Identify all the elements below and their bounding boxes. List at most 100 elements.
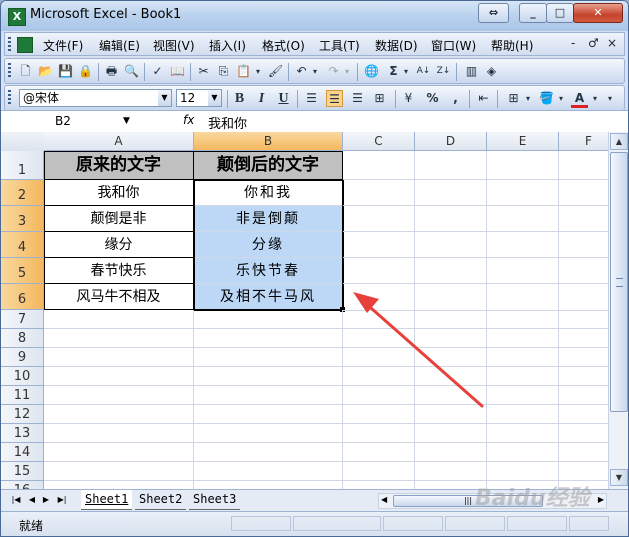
borders-dropdown-icon[interactable]: ▾: [523, 90, 533, 107]
row-header-1[interactable]: 1: [1, 151, 44, 180]
vertical-scrollbar[interactable]: ▲ ▼: [608, 132, 628, 489]
sheet-tab-2[interactable]: Sheet2: [135, 490, 187, 510]
paste-dropdown-icon[interactable]: ▾: [253, 63, 263, 80]
row-header-9[interactable]: 9: [1, 348, 44, 367]
close-button[interactable]: ✕: [573, 3, 623, 23]
font-size-select[interactable]: 12 ▼: [176, 89, 222, 107]
column-header-b[interactable]: B: [194, 132, 343, 151]
comma-style-icon[interactable]: ,: [447, 90, 464, 107]
row-header-7[interactable]: 7: [1, 310, 44, 329]
format-painter-icon[interactable]: 🖌: [267, 63, 284, 80]
toolbar-options-icon[interactable]: ▾: [605, 90, 615, 107]
name-box[interactable]: B2 ▼: [3, 112, 136, 131]
row-header-13[interactable]: 13: [1, 424, 44, 443]
cell-a6[interactable]: 风马牛不相及: [44, 284, 194, 310]
print-preview-icon[interactable]: 🔍: [123, 63, 140, 80]
doc-minimize-button[interactable]: -: [571, 36, 575, 50]
row-header-4[interactable]: 4: [1, 232, 44, 258]
row-header-16[interactable]: 16: [1, 481, 44, 489]
menu-insert[interactable]: 插入(I): [209, 37, 246, 54]
menu-window[interactable]: 窗口(W): [431, 37, 476, 54]
chevron-down-icon[interactable]: ▼: [208, 90, 221, 106]
empty-cells-area[interactable]: [44, 310, 608, 489]
copy-icon[interactable]: ⎘: [215, 63, 232, 80]
redo-icon[interactable]: ↷: [325, 63, 342, 80]
cell-b3[interactable]: 非是倒颠: [194, 206, 343, 232]
currency-icon[interactable]: ¥: [400, 90, 417, 107]
last-sheet-icon[interactable]: ▶|: [57, 494, 67, 506]
chevron-down-icon[interactable]: ▼: [123, 112, 130, 131]
autosum-dropdown-icon[interactable]: ▾: [401, 63, 411, 80]
minimize-button[interactable]: _: [519, 3, 547, 23]
merge-center-icon[interactable]: ⊞: [371, 90, 388, 107]
chevron-down-icon[interactable]: ▼: [158, 90, 171, 106]
doc-restore-button[interactable]: ♂: [588, 36, 599, 50]
toolbar-grip[interactable]: [8, 63, 11, 77]
cell-b6[interactable]: 及相不牛马风: [194, 284, 343, 310]
decrease-indent-icon[interactable]: ⇤: [475, 90, 492, 107]
sort-descending-icon[interactable]: Z↓: [435, 63, 452, 80]
formula-input[interactable]: 我和你: [208, 113, 247, 132]
column-header-d[interactable]: D: [415, 132, 487, 151]
menu-help[interactable]: 帮助(H): [491, 37, 533, 54]
align-center-icon[interactable]: ☰: [326, 90, 343, 107]
font-color-dropdown-icon[interactable]: ▾: [590, 90, 600, 107]
menu-view[interactable]: 视图(V): [153, 37, 195, 54]
first-sheet-icon[interactable]: |◀: [11, 494, 21, 506]
bold-icon[interactable]: B: [231, 90, 248, 107]
cell-a4[interactable]: 缘分: [44, 232, 194, 258]
font-color-icon[interactable]: A: [571, 90, 588, 108]
row-header-6[interactable]: 6: [1, 284, 44, 310]
toolbar-grip[interactable]: [8, 90, 11, 104]
column-header-e[interactable]: E: [487, 132, 559, 151]
cell-a3[interactable]: 颠倒是非: [44, 206, 194, 232]
hyperlink-icon[interactable]: 🌐: [363, 63, 380, 80]
menu-file[interactable]: 文件(F): [43, 37, 83, 54]
align-left-icon[interactable]: ☰: [303, 90, 320, 107]
cell-b5[interactable]: 乐快节春: [194, 258, 343, 284]
borders-icon[interactable]: ⊞: [505, 90, 522, 107]
scroll-up-icon[interactable]: ▲: [610, 133, 628, 150]
cell-b4[interactable]: 分缘: [194, 232, 343, 258]
print-icon[interactable]: 🖶: [103, 63, 120, 80]
prev-sheet-icon[interactable]: ◀: [27, 494, 37, 506]
row-header-5[interactable]: 5: [1, 258, 44, 284]
maximize-button[interactable]: □: [546, 3, 574, 23]
cut-icon[interactable]: ✂: [195, 63, 212, 80]
new-icon[interactable]: 🗋: [17, 63, 34, 80]
row-header-14[interactable]: 14: [1, 443, 44, 462]
select-all-corner[interactable]: [1, 132, 45, 152]
row-header-12[interactable]: 12: [1, 405, 44, 424]
worksheet-grid[interactable]: A B C D E F 1 2 3 4 5 6 7 8 9 10 11 12 1…: [1, 132, 608, 489]
undo-icon[interactable]: ↶: [293, 63, 310, 80]
sheet-tab-1[interactable]: Sheet1: [81, 490, 133, 510]
column-header-f[interactable]: F: [559, 132, 608, 151]
row-header-11[interactable]: 11: [1, 386, 44, 405]
cell-a1-header[interactable]: 原来的文字: [44, 151, 194, 180]
cell-b1-header[interactable]: 颠倒后的文字: [194, 151, 343, 180]
cell-a5[interactable]: 春节快乐: [44, 258, 194, 284]
restore-window-button[interactable]: ⇔: [478, 3, 509, 23]
underline-icon[interactable]: U: [275, 90, 292, 107]
redo-dropdown-icon[interactable]: ▾: [342, 63, 352, 80]
toolbar-grip[interactable]: [8, 37, 11, 51]
row-header-15[interactable]: 15: [1, 462, 44, 481]
menu-data[interactable]: 数据(D): [375, 37, 418, 54]
column-header-c[interactable]: C: [343, 132, 415, 151]
scroll-down-icon[interactable]: ▼: [610, 469, 628, 486]
fill-color-dropdown-icon[interactable]: ▾: [556, 90, 566, 107]
row-header-10[interactable]: 10: [1, 367, 44, 386]
cell-a2[interactable]: 我和你: [44, 180, 194, 206]
autosum-icon[interactable]: Σ: [385, 63, 402, 80]
chart-wizard-icon[interactable]: ▥: [463, 63, 480, 80]
spelling-icon[interactable]: ✓: [149, 63, 166, 80]
vertical-scroll-thumb[interactable]: [610, 152, 628, 412]
doc-close-button[interactable]: ×: [607, 36, 617, 50]
save-icon[interactable]: 💾: [57, 63, 74, 80]
drawing-icon[interactable]: ◈: [483, 63, 500, 80]
row-header-2[interactable]: 2: [1, 180, 44, 206]
undo-dropdown-icon[interactable]: ▾: [310, 63, 320, 80]
cell-b2-active[interactable]: 你和我: [194, 180, 343, 206]
sort-ascending-icon[interactable]: A↓: [415, 63, 432, 80]
empty-cells-upper[interactable]: [343, 151, 608, 311]
